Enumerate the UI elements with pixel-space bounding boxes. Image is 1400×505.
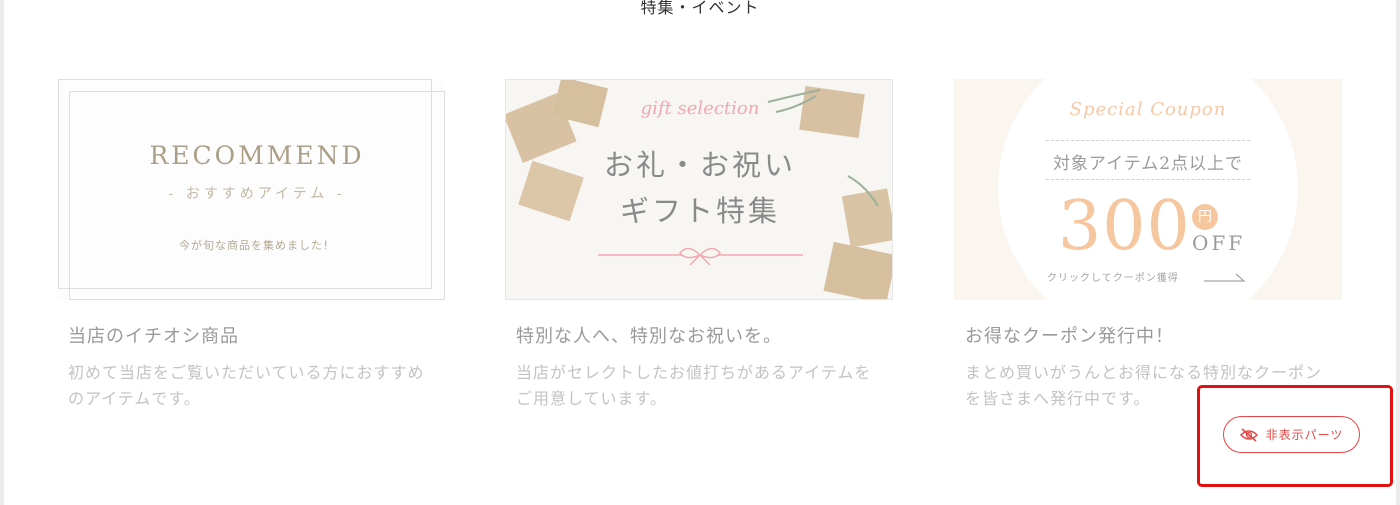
recommend-banner[interactable]: RECOMMEND - おすすめアイテム - 今が旬な商品を集めました！ [57,79,445,300]
coupon-click-text: クリックしてクーポン獲得 [1047,273,1179,284]
gift-banner-script: gift selection [640,98,760,119]
card-description: 当店がセレクトしたお値打ちがあるアイテムをご用意しています。 [516,363,872,408]
card-recommend[interactable]: RECOMMEND - おすすめアイテム - 今が旬な商品を集めました！ 当店の… [57,79,445,412]
gift-banner-line2: ギフト特集 [619,194,780,228]
card-title[interactable]: 特別な人へ、特別なお祝いを。 [516,322,893,348]
card-title[interactable]: 当店のイチオシ商品 [68,322,445,348]
coupon-condition: 対象アイテム2点以上で [1052,154,1244,174]
coupon-yen-badge: 円 [1192,204,1218,230]
divider [1046,140,1250,141]
coupon-off-label: OFF [1192,231,1246,255]
ribbon-icon [598,247,803,266]
frame-left-border [0,0,4,505]
card-gift[interactable]: gift selection お礼・お祝い ギフト特集 特別な人へ、特別なお祝い… [505,79,893,412]
frame-right-border [1396,0,1400,505]
coupon-amount: 300 [1058,187,1191,266]
card-coupon[interactable]: Special Coupon 対象アイテム2点以上で 300 円 OFF クリッ… [954,79,1342,412]
arrow-right-icon [1204,273,1246,282]
eye-slash-icon [1239,427,1258,442]
coupon-banner-script: Special Coupon [1069,99,1227,120]
hidden-parts-badge[interactable]: 非表示パーツ [1223,416,1360,453]
hidden-parts-label: 非表示パーツ [1265,428,1344,442]
divider [1046,179,1250,180]
gift-banner-line1: お礼・お祝い [603,148,796,182]
card-title[interactable]: お得なクーポン発行中！ [965,322,1342,348]
recommend-banner-title: RECOMMEND [149,141,365,170]
recommend-banner-subtitle: - おすすめアイテム - [168,186,346,202]
card-description: 初めて当店をご覧いただいている方におすすめのアイテムです。 [68,363,425,408]
recommend-banner-note: 今が旬な商品を集めました！ [179,239,335,252]
section-title: 特集・イベント [640,0,760,17]
gift-banner[interactable]: gift selection お礼・お祝い ギフト特集 [505,79,893,300]
gift-banner-heading: お礼・お祝い ギフト特集 [506,142,892,234]
coupon-banner[interactable]: Special Coupon 対象アイテム2点以上で 300 円 OFF クリッ… [954,79,1342,300]
